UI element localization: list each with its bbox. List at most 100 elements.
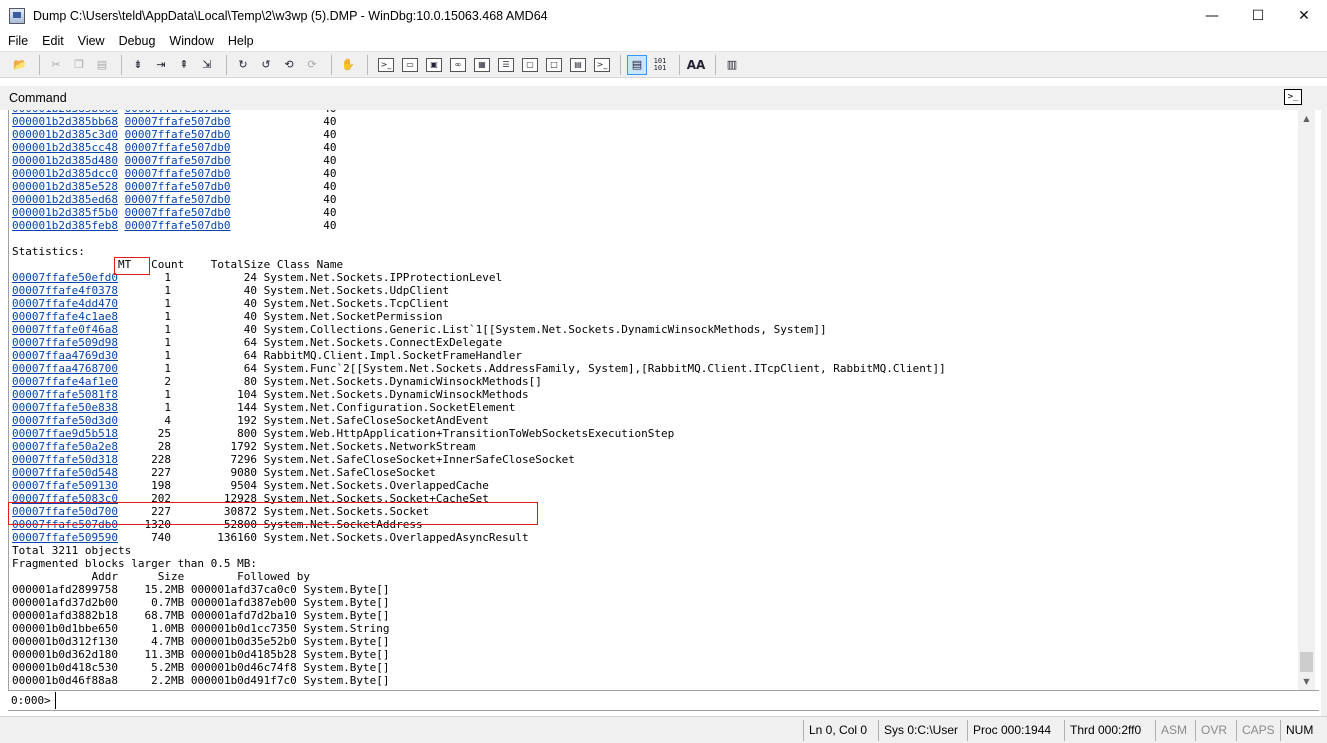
stats-row: 00007ffafe507db0 1320 52800 System.Net.S… — [9, 518, 1298, 531]
menu-edit[interactable]: Edit — [35, 31, 71, 51]
method-table-link[interactable]: 00007ffafe507db0 — [125, 180, 231, 193]
method-table-link[interactable]: 00007ffafe507db0 — [125, 115, 231, 128]
stop-icon[interactable]: ⟲ — [279, 55, 299, 75]
minimize-icon[interactable]: — — [1189, 0, 1235, 31]
method-table-link[interactable]: 00007ffafe507db0 — [125, 167, 231, 180]
method-table-link[interactable]: 00007ffaa4768700 — [12, 362, 118, 375]
method-table-link[interactable]: 00007ffafe4c1ae8 — [12, 310, 118, 323]
close-icon[interactable]: ✕ — [1281, 0, 1327, 31]
object-address-link[interactable]: 000001b2d385c3d0 — [12, 128, 118, 141]
disassembly-icon[interactable]: ▢ — [522, 57, 538, 72]
method-table-link[interactable]: 00007ffaa4769d30 — [12, 349, 118, 362]
frag-header-size: Size — [117, 570, 185, 583]
stats-class-name: System.Net.SafeCloseSocket — [263, 466, 436, 479]
object-address-link[interactable]: 000001b2d385ed68 — [12, 193, 118, 206]
memory-icon[interactable]: ▦ — [474, 57, 490, 72]
scroll-down-icon[interactable]: ▼ — [1298, 673, 1315, 690]
method-table-link[interactable]: 00007ffae9d5b518 — [12, 427, 118, 440]
step-into-icon[interactable]: ⇟ — [128, 55, 148, 75]
registers-icon[interactable]: ∞ — [450, 57, 466, 72]
watch-icon[interactable]: ▭ — [402, 57, 418, 72]
hand-icon[interactable]: ✋ — [338, 55, 358, 75]
menu-file[interactable]: File — [0, 31, 35, 51]
restart-icon[interactable]: ↺ — [256, 55, 276, 75]
font-icon[interactable]: AA — [686, 55, 706, 75]
frag-row: 000001b0d312f130 4.7MB 000001b0d35e52b0 … — [9, 635, 1298, 648]
stats-row: 00007ffafe4c1ae8 1 40 System.Net.SocketP… — [9, 310, 1298, 323]
break-icon[interactable]: ⟳ — [302, 55, 322, 75]
paste-icon[interactable]: ▤ — [92, 55, 112, 75]
source-mode-icon[interactable]: >_ — [594, 57, 610, 72]
object-address-link[interactable]: 000001b2d385e528 — [12, 180, 118, 193]
options-icon[interactable]: ▥ — [722, 55, 742, 75]
source-mode-toggle-icon[interactable]: ▤ — [627, 54, 647, 75]
maximize-icon[interactable]: ☐ — [1235, 0, 1281, 31]
stats-class-name: System.Net.Sockets.TcpClient — [263, 297, 450, 310]
stats-class-name: System.Web.HttpApplication+TransitionToW… — [263, 427, 675, 440]
method-table-link[interactable]: 00007ffafe50d3d0 — [12, 414, 118, 427]
stats-class-name: System.Func`2[[System.Net.Sockets.Addres… — [263, 362, 946, 375]
object-address-link[interactable]: 000001b2d385dcc0 — [12, 167, 118, 180]
scroll-thumb[interactable] — [1300, 652, 1313, 672]
stats-count: 1 — [117, 323, 171, 336]
title-bar: Dump C:\Users\teld\AppData\Local\Temp\2\… — [0, 0, 1327, 31]
menu-debug[interactable]: Debug — [112, 31, 163, 51]
hex-mode-icon[interactable]: 101 101 — [650, 55, 670, 75]
method-table-link[interactable]: 00007ffafe509d98 — [12, 336, 118, 349]
stats-total-size: 64 — [170, 349, 258, 362]
method-table-link[interactable]: 00007ffafe50a2e8 — [12, 440, 118, 453]
stats-count: 1 — [117, 297, 171, 310]
processes-icon[interactable]: ▤ — [570, 57, 586, 72]
method-table-link[interactable]: 00007ffafe50d318 — [12, 453, 118, 466]
stats-count: 1 — [117, 362, 171, 375]
object-address-link[interactable]: 000001b2d385bb68 — [12, 115, 118, 128]
method-table-link[interactable]: 00007ffafe507db0 — [125, 219, 231, 232]
method-table-link[interactable]: 00007ffafe509130 — [12, 479, 118, 492]
command-output[interactable]: 000001b2d385b668 00007ffafe507db0 400000… — [8, 110, 1298, 690]
copy-icon[interactable]: ❐ — [69, 55, 89, 75]
method-table-link[interactable]: 00007ffafe507db0 — [12, 518, 118, 531]
menu-window[interactable]: Window — [162, 31, 220, 51]
call-stack-icon[interactable]: ☰ — [498, 57, 514, 72]
menu-help[interactable]: Help — [221, 31, 261, 51]
method-table-link[interactable]: 00007ffafe507db0 — [125, 141, 231, 154]
scroll-up-icon[interactable]: ▲ — [1298, 110, 1315, 127]
scratch-pad-icon[interactable]: □ — [546, 57, 562, 72]
method-table-link[interactable]: 00007ffafe5083c0 — [12, 492, 118, 505]
method-table-link[interactable]: 00007ffafe5081f8 — [12, 388, 118, 401]
method-table-link[interactable]: 00007ffafe507db0 — [125, 206, 231, 219]
method-table-link[interactable]: 00007ffafe509590 — [12, 531, 118, 544]
command-input[interactable] — [54, 692, 1319, 709]
method-table-link[interactable]: 00007ffafe4f0378 — [12, 284, 118, 297]
method-table-link[interactable]: 00007ffafe507db0 — [125, 128, 231, 141]
object-address-link[interactable]: 000001b2d385d480 — [12, 154, 118, 167]
method-table-link[interactable]: 00007ffafe50d548 — [12, 466, 118, 479]
command-prompt-icon[interactable]: >_ — [1284, 89, 1302, 105]
toolbar: 📂 ✂ ❐ ▤ ⇟ ⇥ ⇞ ⇲ ↻ ↺ ⟲ ⟳ ✋ >_ ▭ ▣ ∞ ▦ ☰ ▢… — [0, 51, 1327, 78]
frag-header-addr: Addr — [12, 570, 118, 583]
method-table-link[interactable]: 00007ffafe50efd0 — [12, 271, 118, 284]
vertical-scrollbar[interactable]: ▲ ▼ — [1298, 110, 1315, 690]
method-table-link[interactable]: 00007ffafe507db0 — [125, 193, 231, 206]
frag-address: 000001b0d312f130 — [12, 635, 118, 648]
menu-view[interactable]: View — [71, 31, 112, 51]
object-address-link[interactable]: 000001b2d385feb8 — [12, 219, 118, 232]
open-icon[interactable]: 📂 — [10, 55, 30, 75]
step-out-icon[interactable]: ⇞ — [174, 55, 194, 75]
object-address-link[interactable]: 000001b2d385cc48 — [12, 141, 118, 154]
stats-total-size: 24 — [170, 271, 258, 284]
method-table-link[interactable]: 00007ffafe0f46a8 — [12, 323, 118, 336]
method-table-link[interactable]: 00007ffafe50e838 — [12, 401, 118, 414]
step-over-icon[interactable]: ⇥ — [151, 55, 171, 75]
method-table-link[interactable]: 00007ffafe507db0 — [125, 154, 231, 167]
locals-icon[interactable]: ▣ — [426, 57, 442, 72]
cut-icon[interactable]: ✂ — [46, 55, 66, 75]
method-table-link[interactable]: 00007ffafe4dd470 — [12, 297, 118, 310]
run-to-cursor-icon[interactable]: ⇲ — [197, 55, 217, 75]
command-icon[interactable]: >_ — [378, 57, 394, 72]
stats-row: 00007ffafe50efd0 1 24 System.Net.Sockets… — [9, 271, 1298, 284]
method-table-link[interactable]: 00007ffafe4af1e0 — [12, 375, 118, 388]
go-icon[interactable]: ↻ — [233, 55, 253, 75]
object-address-link[interactable]: 000001b2d385f5b0 — [12, 206, 118, 219]
method-table-link[interactable]: 00007ffafe50d700 — [12, 505, 118, 518]
